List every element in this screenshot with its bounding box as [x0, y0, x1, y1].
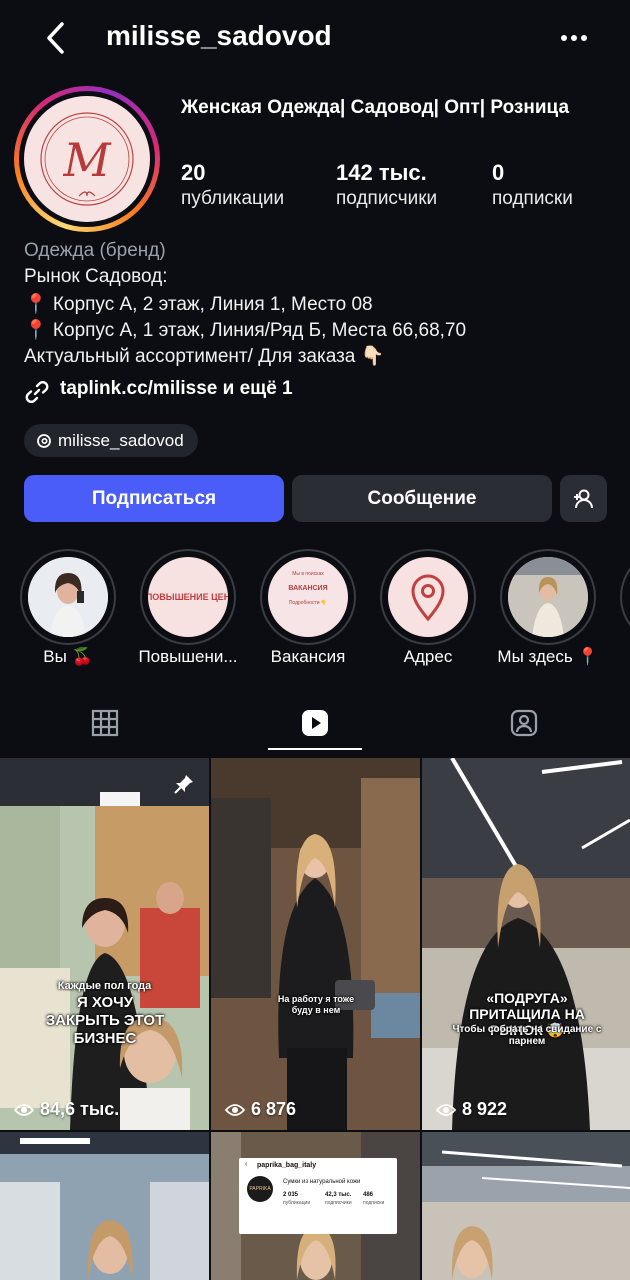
top-bar: milisse_sadovod — [0, 0, 630, 76]
embedded-stat-value: 2 035 — [283, 1192, 299, 1198]
reel-views: 6 876 — [225, 1099, 296, 1120]
stat-following[interactable]: 0 подписки — [492, 160, 573, 212]
reel-tile[interactable]: ‹ paprika_bag_italy PAPRIKA Сумки из нат… — [211, 1132, 420, 1280]
reel-view-count: 8 922 — [462, 1099, 508, 1119]
embedded-desc: Сумки из натуральной кожи — [283, 1179, 361, 1185]
profile-tabs — [0, 696, 630, 756]
embedded-stat-value: 42,3 тыс. — [325, 1192, 352, 1198]
reel-views: 8 922 — [436, 1099, 507, 1120]
highlight-photo — [508, 557, 588, 637]
reel-tile[interactable] — [422, 1132, 630, 1280]
highlight-label: Мы здесь 📍 — [497, 647, 599, 666]
profile-category: Одежда (бренд) — [24, 240, 166, 261]
add-person-icon — [573, 489, 593, 508]
link-icon — [25, 380, 49, 404]
reel-tile[interactable]: Каждые пол года Я ХОЧУ ЗАКРЫТЬ ЭТОТ БИЗН… — [0, 758, 209, 1130]
location-pin-icon — [411, 574, 445, 622]
highlight-thumb-line: ВАКАНСИЯ — [288, 585, 328, 592]
reel-thumbnail — [422, 1132, 630, 1280]
stat-following-value: 0 — [492, 160, 505, 185]
reel-caption-small: Каждые пол года — [57, 980, 152, 992]
stat-posts-value: 20 — [181, 160, 206, 185]
view-count-icon — [14, 1103, 34, 1116]
follow-button[interactable]: Подписаться — [24, 475, 284, 522]
active-tab-indicator — [268, 748, 362, 750]
highlight-label: Вы 🍒 — [43, 647, 93, 666]
tagged-icon[interactable] — [509, 708, 539, 738]
avatar: M — [24, 96, 150, 222]
highlight-we-are-here[interactable]: Мы здесь 📍 — [497, 549, 599, 666]
threads-badge[interactable]: milisse_sadovod — [24, 424, 198, 457]
profile-link-text: taplink.cc/milisse и ещё 1 — [60, 378, 293, 399]
bio-line: 📍 Корпус А, 2 этаж, Линия 1, Место 08 — [24, 294, 373, 315]
profile-display-name: Женская Одежда| Садовод| Опт| Розница — [181, 97, 570, 118]
highlight-thumb-line: Мы в поисках — [292, 571, 324, 577]
message-button[interactable]: Сообщение — [292, 475, 552, 522]
highlight-label: Повышени... — [138, 647, 238, 666]
more-options-icon[interactable] — [556, 24, 592, 52]
highlight-photo — [28, 557, 108, 637]
reel-views: 84,6 тыс. — [14, 1099, 119, 1120]
reel-thumbnail — [211, 758, 420, 1130]
reel-thumbnail — [0, 758, 209, 1130]
embedded-profile-card: ‹ paprika_bag_italy PAPRIKA Сумки из нат… — [239, 1158, 397, 1234]
reel-tile[interactable] — [0, 1132, 209, 1280]
reel-caption-small: Чтобы собрать на свидание с парнем — [452, 1024, 602, 1047]
stat-posts-label: публикации — [181, 188, 285, 209]
bio-line: 📍 Корпус А, 1 этаж, Линия/Ряд Б, Места 6… — [24, 320, 467, 341]
threads-handle: milisse_sadovod — [58, 431, 184, 450]
threads-icon — [37, 434, 51, 448]
profile-username: milisse_sadovod — [106, 20, 332, 51]
suggested-users-button[interactable] — [560, 475, 607, 522]
highlight-partial[interactable] — [620, 549, 630, 645]
highlight-price-increase[interactable]: ПОВЫШЕНИЕ ЦЕН Повышени... — [138, 549, 238, 666]
back-arrow-icon[interactable] — [40, 18, 72, 58]
highlight-you[interactable]: Вы 🍒 — [20, 549, 116, 666]
stat-followers-value: 142 тыс. — [336, 160, 427, 185]
highlight-label: Вакансия — [270, 647, 346, 666]
embedded-stat-label: публикации — [283, 1200, 311, 1206]
highlight-vacancy[interactable]: Мы в поисках ВАКАНСИЯ Подробности 👇 Вака… — [260, 549, 356, 666]
highlight-thumb-line: Подробности 👇 — [288, 600, 328, 606]
bio-line: Рынок Садовод: — [24, 266, 168, 287]
embedded-back-icon: ‹ — [245, 1161, 248, 1168]
embedded-stat-label: подписки — [363, 1200, 385, 1206]
reel-view-count: 84,6 тыс. — [40, 1099, 120, 1119]
bio-line: Актуальный ассортимент/ Для заказа 👇🏻 — [24, 346, 385, 367]
stat-posts[interactable]: 20 публикации — [181, 160, 284, 212]
embedded-stat-label: подписчики — [325, 1200, 352, 1206]
reel-caption-small: На работу я тоже буду в нем — [277, 994, 355, 1015]
reels-icon[interactable] — [300, 708, 330, 738]
highlight-label: Адрес — [403, 647, 453, 666]
reel-thumbnail — [0, 1132, 209, 1280]
stat-following-label: подписки — [492, 188, 573, 209]
stat-followers[interactable]: 142 тыс. подписчики — [336, 160, 437, 212]
avatar-letter: M — [62, 133, 112, 187]
embedded-stat-value: 486 — [363, 1192, 374, 1198]
stat-followers-label: подписчики — [336, 188, 438, 209]
highlight-address[interactable]: Адрес — [380, 549, 476, 666]
pin-icon — [174, 775, 193, 794]
reel-tile[interactable]: На работу я тоже буду в нем 6 876 — [211, 758, 420, 1130]
view-count-icon — [225, 1103, 245, 1116]
embedded-handle: paprika_bag_italy — [257, 1162, 317, 1169]
reel-view-count: 6 876 — [251, 1099, 297, 1119]
reel-tile[interactable]: «ПОДРУГА» ПРИТАЩИЛА НА РЫНОК 🤯 Чтобы соб… — [422, 758, 630, 1130]
avatar-story-ring[interactable]: M — [14, 86, 160, 232]
reel-caption-big: Я ХОЧУ ЗАКРЫТЬ ЭТОТ БИЗНЕС — [45, 994, 165, 1047]
grid-icon[interactable] — [90, 708, 120, 738]
reel-thumbnail — [422, 758, 630, 1130]
view-count-icon — [436, 1103, 456, 1116]
embedded-logo: PAPRIKA — [247, 1176, 273, 1202]
highlight-thumb-text: ПОВЫШЕНИЕ ЦЕН — [148, 592, 228, 602]
